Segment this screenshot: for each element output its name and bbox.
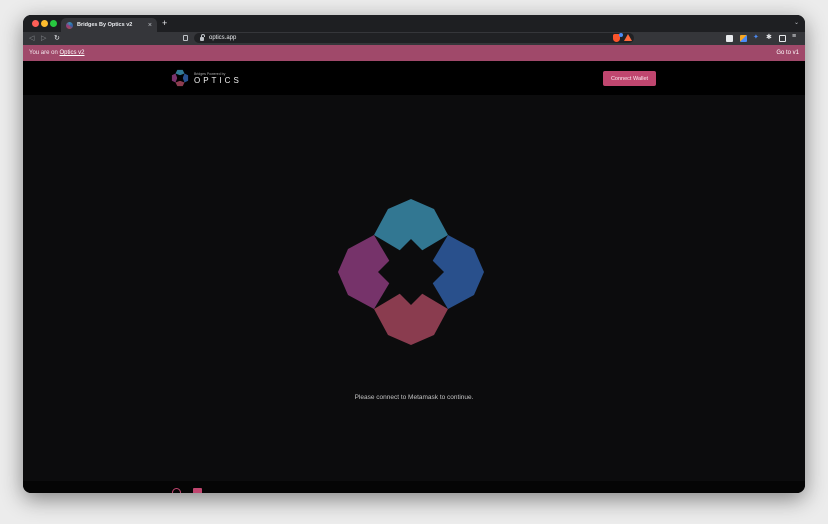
footer-social-icon[interactable] [193, 488, 202, 493]
close-window-button[interactable] [32, 20, 39, 27]
optics-v2-link[interactable]: Optics v2 [59, 50, 84, 56]
optics-favicon-icon [66, 21, 73, 29]
browser-toolbar: ◁ ▷ ↻ optics.app ✦ ✱ ≡ [23, 32, 805, 45]
shield-count-badge [619, 33, 623, 37]
footer-social-icon[interactable] [172, 488, 181, 493]
extensions-puzzle-icon[interactable]: ✱ [766, 33, 773, 41]
footer-link[interactable] [566, 489, 568, 493]
side-panel-icon[interactable] [779, 35, 786, 42]
version-banner: You are on Optics v2 Go to v1 [23, 45, 805, 61]
lock-icon [200, 34, 205, 41]
go-to-v1-link[interactable]: Go to v1 [776, 50, 799, 56]
app-footer [23, 481, 805, 493]
metamask-extension-icon[interactable] [740, 35, 747, 42]
minimize-window-button[interactable] [41, 20, 48, 27]
logo-title: OPTICS [194, 76, 242, 85]
url-text: optics.app [209, 35, 237, 41]
tab-search-chevron-icon[interactable]: ⌄ [794, 19, 799, 26]
tab-strip: Bridges By Optics v2 × + ⌄ [23, 15, 805, 32]
optics-hero-logo-icon [338, 199, 484, 345]
address-bar[interactable]: optics.app [194, 33, 634, 43]
footer-links [535, 489, 568, 493]
browser-window: Bridges By Optics v2 × + ⌄ ◁ ▷ ↻ optics.… [23, 15, 805, 493]
extension-icon[interactable] [726, 35, 733, 42]
forward-arrow-icon[interactable]: ▷ [41, 34, 46, 43]
browser-menu-icon[interactable]: ≡ [792, 33, 799, 40]
new-tab-button[interactable]: + [162, 18, 167, 28]
optics-logo-icon[interactable] [171, 69, 189, 87]
connect-metamask-message: Please connect to Metamask to continue. [354, 394, 474, 401]
tab-title: Bridges By Optics v2 [77, 22, 133, 28]
app-header: Bridges Powered by OPTICS Connect Wallet [23, 61, 805, 95]
main-content: Please connect to Metamask to continue. [23, 95, 805, 481]
footer-link[interactable] [535, 489, 537, 493]
tab-bridges-by-optics[interactable]: Bridges By Optics v2 × [61, 18, 157, 32]
reload-icon[interactable]: ↻ [54, 34, 60, 43]
footer-link[interactable] [551, 489, 553, 493]
connect-wallet-button[interactable]: Connect Wallet [603, 71, 656, 86]
bookmark-icon[interactable] [183, 35, 188, 41]
maximize-window-button[interactable] [50, 20, 57, 27]
logo-text: Bridges Powered by OPTICS [194, 72, 242, 85]
banner-text: You are on Optics v2 [29, 50, 85, 56]
brave-rewards-icon[interactable] [624, 34, 632, 41]
tab-close-icon[interactable]: × [148, 22, 152, 29]
back-arrow-icon[interactable]: ◁ [29, 34, 34, 43]
extension-star-icon[interactable]: ✦ [753, 33, 760, 41]
